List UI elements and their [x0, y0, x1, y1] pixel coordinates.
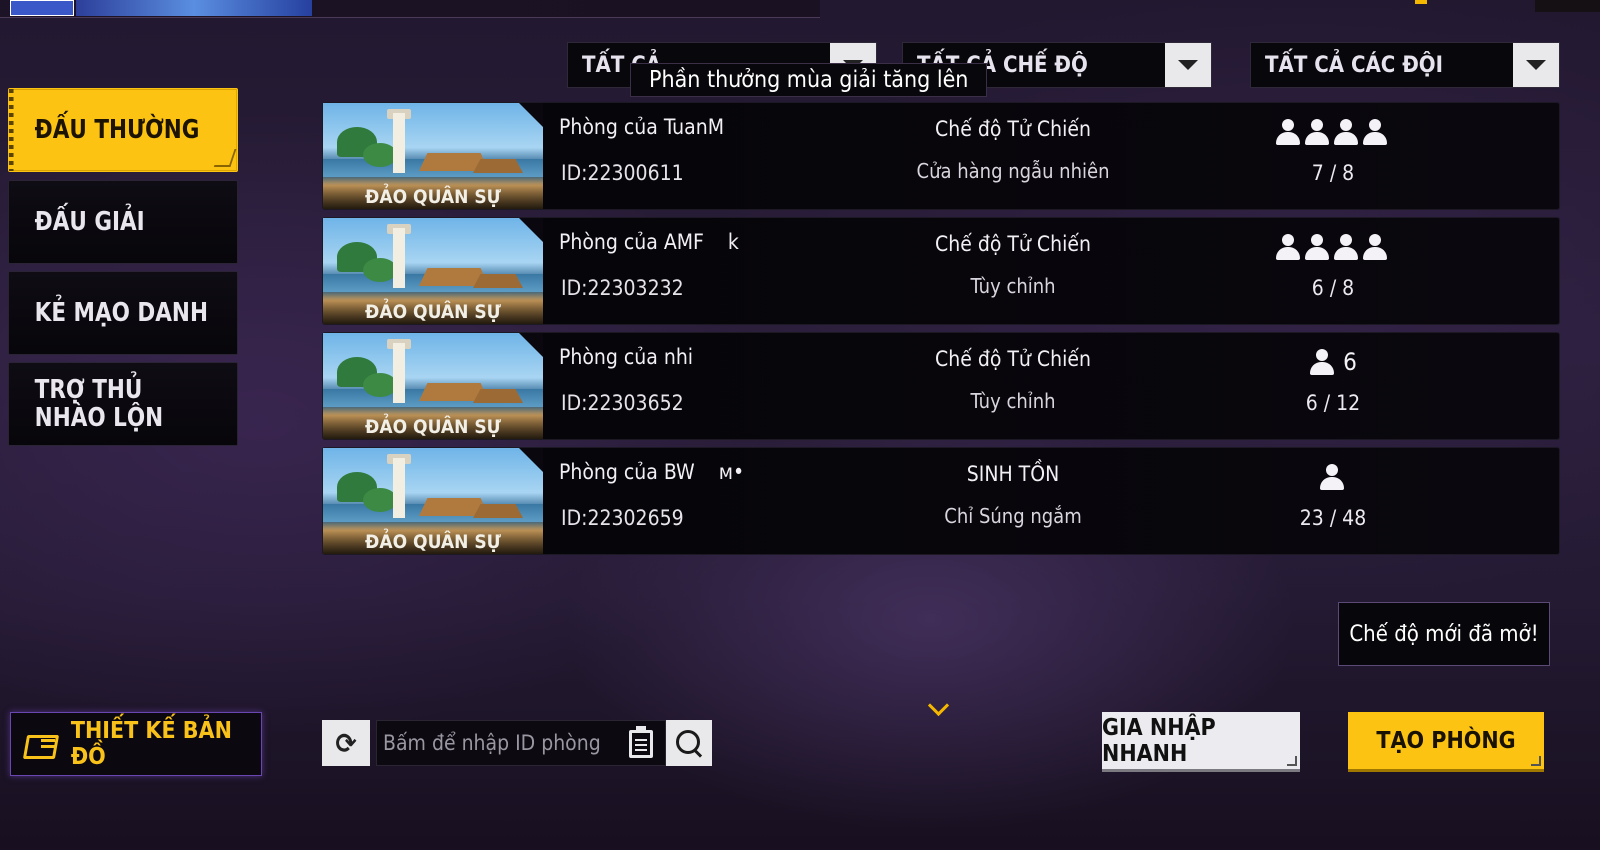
refresh-icon: ⟳ — [335, 726, 357, 760]
sidebar-item-label: TRỢ THỦ NHÀO LỘN — [34, 375, 164, 433]
sidebar-item-ke-mao-danh[interactable]: KẺ MẠO DANH — [8, 271, 238, 355]
room-mode: Chế độ Tử Chiến — [935, 117, 1091, 141]
room-mode: SINH TỒN — [966, 462, 1060, 486]
create-room-button[interactable]: TẠO PHÒNG — [1348, 712, 1544, 772]
room-mode: Chế độ Tử Chiến — [935, 232, 1091, 256]
room-id-search[interactable] — [376, 720, 666, 766]
room-name: Phòng của AMF k — [559, 230, 739, 254]
player-icon — [1304, 118, 1330, 146]
create-room-label: TẠO PHÒNG — [1376, 727, 1516, 754]
room-id-input[interactable] — [383, 731, 613, 755]
map-name: ĐẢO QUÂN SỰ — [323, 413, 543, 439]
player-count: 23 / 48 — [1299, 506, 1367, 530]
room-id: ID:22303652 — [561, 391, 684, 415]
sidebar-item-tro-thu-nhao-lon[interactable]: TRỢ THỦ NHÀO LỘN — [8, 362, 238, 446]
room-submode: Tùy chỉnh — [970, 389, 1056, 413]
reward-tooltip: Phần thưởng mùa giải tăng lên — [630, 63, 988, 97]
room-submode: Cửa hàng ngẫu nhiên — [916, 159, 1110, 183]
sidebar-item-dau-giai[interactable]: ĐẤU GIẢI — [8, 180, 238, 264]
chevron-down-icon[interactable] — [928, 698, 950, 720]
room-row[interactable]: ĐẢO QUÂN SỰ Phòng của BW ᴍ• ID:22302659 … — [322, 447, 1560, 555]
top-right-panel — [1535, 0, 1600, 12]
map-editor-icon — [25, 731, 57, 757]
room-row[interactable]: ĐẢO QUÂN SỰ Phòng của nhi ID:22303652 Ch… — [322, 332, 1560, 440]
search-icon — [674, 728, 704, 758]
refresh-button[interactable]: ⟳ — [322, 720, 370, 766]
map-thumbnail: ĐẢO QUÂN SỰ — [323, 218, 543, 324]
room-id: ID:22302659 — [561, 506, 684, 530]
player-count: 7 / 8 — [1311, 161, 1355, 185]
map-name: ĐẢO QUÂN SỰ — [323, 298, 543, 324]
team-filter-dropdown[interactable]: TẤT CẢ CÁC ĐỘI — [1250, 42, 1560, 88]
room-id: ID:22303232 — [561, 276, 684, 300]
profile-banner — [76, 0, 312, 16]
player-icon — [1275, 118, 1301, 146]
team-filter-value: TẤT CẢ CÁC ĐỘI — [1265, 52, 1443, 78]
avatar[interactable] — [10, 0, 74, 16]
sidebar-item-label: ĐẤU GIẢI — [34, 207, 145, 237]
chevron-down-icon[interactable] — [1513, 43, 1559, 87]
player-icon — [1304, 233, 1330, 261]
map-design-label: THIẾT KẾ BẢN ĐỒ — [70, 718, 232, 770]
player-count: 6 / 12 — [1305, 391, 1361, 415]
room-row[interactable]: ĐẢO QUÂN SỰ Phòng của AMF k ID:22303232 … — [322, 217, 1560, 325]
search-button[interactable] — [666, 720, 712, 766]
team-size-indicator: 6 — [1223, 345, 1443, 379]
map-thumbnail: ĐẢO QUÂN SỰ — [323, 448, 543, 554]
top-indicator — [1415, 0, 1427, 4]
map-name: ĐẢO QUÂN SỰ — [323, 183, 543, 209]
clipboard-icon[interactable] — [629, 726, 653, 758]
room-name: Phòng của TuanM — [559, 115, 725, 139]
map-design-button[interactable]: THIẾT KẾ BẢN ĐỒ — [10, 712, 262, 776]
sidebar-item-label: ĐẤU THƯỜNG — [34, 115, 200, 145]
map-thumbnail: ĐẢO QUÂN SỰ — [323, 333, 543, 439]
corner-decoration — [1287, 756, 1297, 766]
player-icon — [1309, 348, 1335, 376]
player-icon — [1362, 118, 1388, 146]
player-icon — [1333, 118, 1359, 146]
player-icon — [1362, 233, 1388, 261]
room-submode: Chỉ Súng ngắm — [944, 504, 1082, 528]
team-size-indicator — [1223, 460, 1443, 494]
top-bar — [0, 0, 820, 18]
room-id: ID:22300611 — [561, 161, 684, 185]
room-row[interactable]: ĐẢO QUÂN SỰ Phòng của TuanM ID:22300611 … — [322, 102, 1560, 210]
sidebar-item-dau-thuong[interactable]: ĐẤU THƯỜNG — [8, 88, 238, 172]
chevron-down-icon[interactable] — [1165, 43, 1211, 87]
player-count: 6 / 8 — [1311, 276, 1355, 300]
corner-decoration — [1531, 756, 1541, 766]
player-icon — [1275, 233, 1301, 261]
sidebar-item-label: KẺ MẠO DANH — [34, 298, 208, 328]
new-mode-notice[interactable]: Chế độ mới đã mở! — [1338, 602, 1550, 666]
player-icon — [1319, 463, 1345, 491]
quick-join-button[interactable]: GIA NHẬP NHANH — [1102, 712, 1300, 772]
map-thumbnail: ĐẢO QUÂN SỰ — [323, 103, 543, 209]
room-submode: Tùy chỉnh — [970, 274, 1056, 298]
team-size-indicator — [1223, 230, 1443, 264]
team-size-indicator — [1223, 115, 1443, 149]
room-mode: Chế độ Tử Chiến — [935, 347, 1091, 371]
room-name: Phòng của nhi — [559, 345, 694, 369]
map-name: ĐẢO QUÂN SỰ — [323, 528, 543, 554]
room-name: Phòng của BW ᴍ• — [559, 460, 745, 484]
player-icon — [1333, 233, 1359, 261]
team-size-label: 6 — [1343, 348, 1357, 376]
quick-join-label: GIA NHẬP NHANH — [1102, 714, 1216, 767]
